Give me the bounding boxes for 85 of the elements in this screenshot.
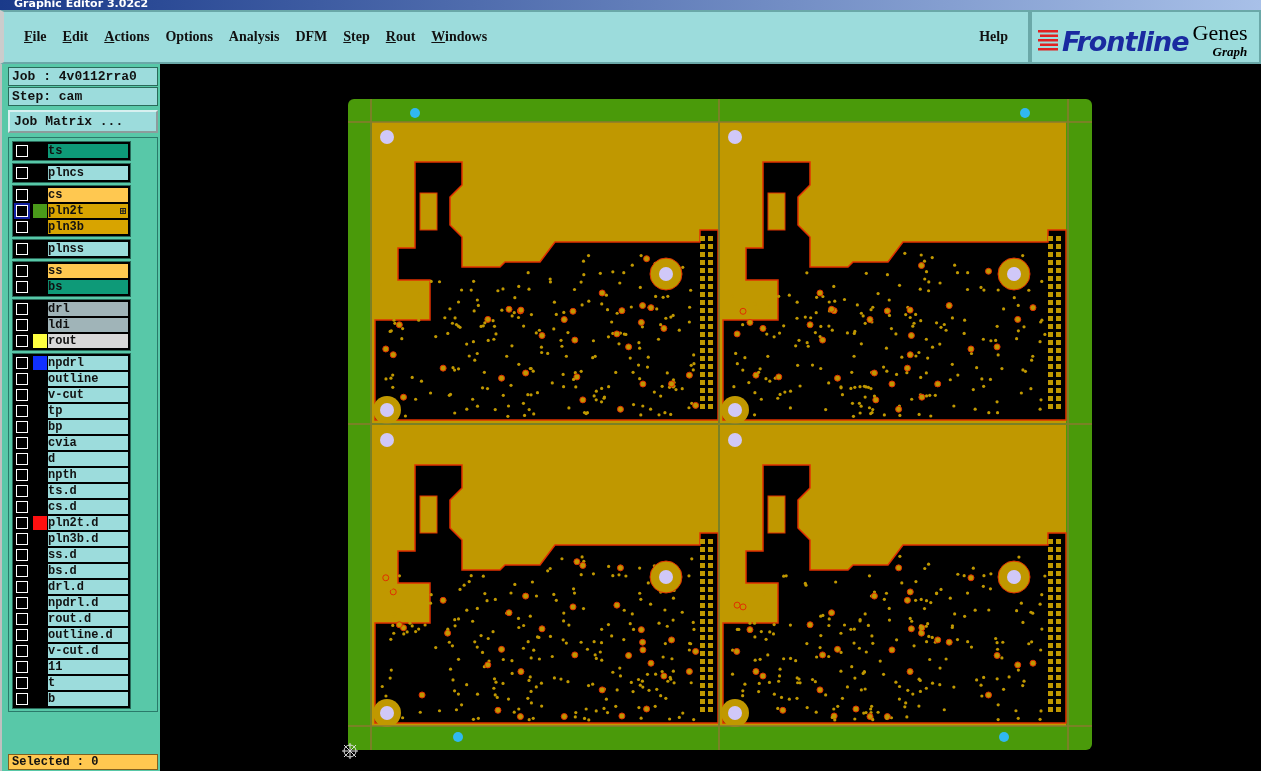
- layer-checkbox[interactable]: [15, 264, 29, 278]
- layer-name[interactable]: rout: [48, 334, 128, 348]
- layer-checkbox[interactable]: [15, 612, 29, 626]
- menu-item[interactable]: Rout: [377, 27, 424, 47]
- layer-checkbox[interactable]: [15, 420, 29, 434]
- layer-name[interactable]: bs.d: [48, 564, 128, 578]
- layer-checkbox[interactable]: [15, 628, 29, 642]
- layer-checkbox[interactable]: [15, 580, 29, 594]
- layer-checkbox[interactable]: [15, 548, 29, 562]
- layer-name[interactable]: d: [48, 452, 128, 466]
- step-label: Step: cam: [8, 87, 158, 106]
- layer-name[interactable]: b: [48, 692, 128, 706]
- layer-name[interactable]: v-cut.d: [48, 644, 128, 658]
- layer-checkbox[interactable]: [15, 302, 29, 316]
- menu-item[interactable]: Edit: [54, 27, 97, 47]
- layer-checkbox[interactable]: [15, 468, 29, 482]
- help-menu-item[interactable]: Help: [971, 27, 1016, 47]
- layer-checkbox[interactable]: [15, 144, 29, 158]
- menu-item[interactable]: File: [16, 27, 55, 47]
- layer-name[interactable]: plnss: [48, 242, 128, 256]
- selected-count: Selected : 0: [8, 754, 158, 770]
- layer-name[interactable]: npdrl: [48, 356, 128, 370]
- layer-checkbox[interactable]: [15, 280, 29, 294]
- layer-name[interactable]: ts: [48, 144, 128, 158]
- layer-checkbox[interactable]: [15, 692, 29, 706]
- product-name: Genes: [1192, 22, 1248, 44]
- layer-checkbox[interactable]: [15, 516, 29, 530]
- layer-checkbox[interactable]: [15, 204, 29, 218]
- layer-name[interactable]: ss: [48, 264, 128, 278]
- layer-checkbox[interactable]: [15, 452, 29, 466]
- layer-name[interactable]: bp: [48, 420, 128, 434]
- layer-name[interactable]: pln2t.d: [48, 516, 128, 530]
- layer-name[interactable]: tp: [48, 404, 128, 418]
- menu-item[interactable]: Options: [157, 27, 221, 47]
- layer-name[interactable]: 11: [48, 660, 128, 674]
- layer-name[interactable]: bs: [48, 280, 128, 294]
- menu-item[interactable]: Step: [335, 27, 378, 47]
- layer-name[interactable]: cs.d: [48, 500, 128, 514]
- layer-name[interactable]: t: [48, 676, 128, 690]
- layer-checkbox[interactable]: [15, 166, 29, 180]
- layer-checkbox[interactable]: [15, 676, 29, 690]
- layer-name[interactable]: outline: [48, 372, 128, 386]
- layer-name[interactable]: v-cut: [48, 388, 128, 402]
- menu-item[interactable]: Windows: [423, 27, 496, 47]
- brand-logo-text: Frontline: [1062, 26, 1189, 57]
- menu-item[interactable]: Actions: [96, 27, 158, 47]
- layer-name[interactable]: drl.d: [48, 580, 128, 594]
- layer-name[interactable]: pln3b.d: [48, 532, 128, 546]
- layer-checkbox[interactable]: [15, 318, 29, 332]
- job-matrix-button[interactable]: Job Matrix ...: [8, 110, 158, 133]
- layer-name[interactable]: drl: [48, 302, 128, 316]
- layer-name[interactable]: npth: [48, 468, 128, 482]
- layer-name[interactable]: pln2t: [48, 204, 128, 218]
- product-subtitle: Graph: [1211, 44, 1248, 60]
- layer-checkbox[interactable]: [15, 564, 29, 578]
- layer-checkbox[interactable]: [15, 334, 29, 348]
- layer-checkbox[interactable]: [15, 388, 29, 402]
- layer-checkbox[interactable]: [15, 220, 29, 234]
- layer-checkbox[interactable]: [15, 644, 29, 658]
- layer-name[interactable]: plncs: [48, 166, 128, 180]
- layer-name[interactable]: cvia: [48, 436, 128, 450]
- layer-checkbox[interactable]: [15, 372, 29, 386]
- menu-item[interactable]: Analysis: [220, 27, 288, 47]
- layer-name[interactable]: outline.d: [48, 628, 128, 642]
- layer-name[interactable]: rout.d: [48, 612, 128, 626]
- layer-checkbox[interactable]: [15, 532, 29, 546]
- layer-checkbox[interactable]: [15, 356, 29, 370]
- layer-name[interactable]: npdrl.d: [48, 596, 128, 610]
- layer-checkbox[interactable]: [15, 436, 29, 450]
- layer-checkbox[interactable]: [15, 242, 29, 256]
- layer-name[interactable]: ldi: [48, 318, 128, 332]
- layer-checkbox[interactable]: [15, 500, 29, 514]
- layer-name[interactable]: pln3b: [48, 220, 128, 234]
- layer-checkbox[interactable]: [15, 404, 29, 418]
- layer-checkbox[interactable]: [15, 596, 29, 610]
- layer-name[interactable]: cs: [48, 188, 128, 202]
- menu-item[interactable]: DFM: [287, 27, 336, 47]
- layer-checkbox[interactable]: [15, 660, 29, 674]
- layer-checkbox[interactable]: [15, 188, 29, 202]
- layer-name[interactable]: ss.d: [48, 548, 128, 562]
- speed-lines-icon: [1038, 30, 1058, 52]
- layer-name[interactable]: ts.d: [48, 484, 128, 498]
- layer-checkbox[interactable]: [15, 484, 29, 498]
- job-label: Job : 4v0112rra0: [8, 67, 158, 86]
- crosshair-icon: [341, 742, 359, 760]
